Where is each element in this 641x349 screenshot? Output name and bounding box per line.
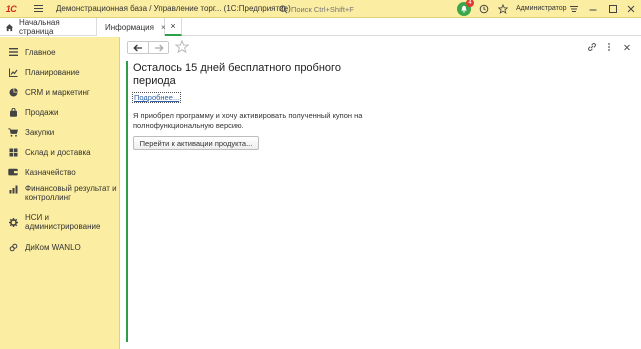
history-icon[interactable]	[477, 2, 491, 16]
trial-heading: Осталось 15 дней бесплатного пробного пе…	[133, 62, 341, 87]
close-form-icon[interactable]	[623, 42, 631, 54]
sidebar-item-sales[interactable]: Продажи	[0, 107, 120, 117]
arrow-left-icon	[133, 44, 142, 51]
navigation-buttons	[127, 41, 169, 54]
sidebar-item-label: Закупки	[25, 127, 55, 137]
close-window-icon[interactable]	[624, 2, 638, 16]
tab-current-close-icon[interactable]: ×	[170, 21, 175, 31]
activate-product-button[interactable]: Перейти к активации продукта...	[133, 136, 259, 150]
coupon-paragraph: Я приобрел программу и хочу активировать…	[133, 111, 363, 130]
maximize-icon[interactable]	[606, 2, 620, 16]
notification-count-badge: 4	[466, 0, 474, 7]
tab-home[interactable]: Начальная страница	[0, 18, 97, 36]
search-box[interactable]	[279, 2, 449, 16]
sidebar-item-purchases[interactable]: Закупки	[0, 127, 120, 137]
link-icon	[8, 242, 18, 252]
more-details-link[interactable]: Подробнее...	[132, 92, 182, 103]
sidebar: Главное Планирование CRM и маркетинг Про…	[0, 37, 120, 349]
shopping-bag-icon	[8, 107, 18, 117]
favorites-star-icon[interactable]	[496, 2, 510, 16]
more-actions-icon[interactable]	[606, 42, 612, 54]
form-accent-bar	[126, 61, 128, 342]
minimize-icon[interactable]	[586, 2, 600, 16]
sidebar-item-label: ДиКом WANLO	[25, 242, 81, 252]
sidebar-item-financial-result[interactable]: Финансовый результат и контроллинг	[0, 184, 120, 202]
window-title: Демонстрационная база / Управление торг.…	[56, 4, 291, 13]
copy-link-icon[interactable]	[587, 42, 597, 54]
sidebar-item-label: НСИ и администрирование	[25, 213, 101, 231]
sidebar-item-planning[interactable]: Планирование	[0, 67, 120, 77]
sidebar-item-label: CRM и маркетинг	[25, 87, 90, 97]
content-area: Осталось 15 дней бесплатного пробного пе…	[121, 37, 641, 349]
sidebar-item-warehouse[interactable]: Склад и доставка	[0, 147, 120, 157]
sidebar-item-treasury[interactable]: Казначейство	[0, 167, 120, 177]
forward-button[interactable]	[148, 42, 168, 53]
add-to-favorites-icon[interactable]	[174, 39, 190, 55]
home-icon	[5, 23, 14, 31]
app-logo[interactable]: 1С	[0, 0, 22, 18]
tab-information[interactable]: Информация ×	[97, 18, 166, 36]
sidebar-item-admin[interactable]: НСИ и администрирование	[0, 213, 120, 231]
chart-icon	[8, 67, 18, 77]
gear-icon	[8, 217, 18, 227]
sidebar-item-dikom[interactable]: ДиКом WANLO	[0, 242, 120, 252]
title-bar: 1С Демонстрационная база / Управление то…	[0, 0, 641, 18]
sidebar-item-label: Планирование	[25, 67, 80, 77]
tab-home-label: Начальная страница	[18, 18, 60, 36]
finance-icon	[8, 184, 18, 194]
tab-information-label: Информация	[105, 22, 154, 32]
pie-icon	[8, 87, 18, 97]
sidebar-item-label: Склад и доставка	[25, 147, 91, 157]
main-menu-icon[interactable]	[28, 0, 48, 18]
notifications-button[interactable]: 4	[457, 0, 474, 16]
warehouse-icon	[8, 147, 18, 157]
sidebar-item-label: Главное	[25, 47, 56, 57]
arrow-right-icon	[154, 44, 164, 51]
cart-icon	[8, 127, 18, 137]
tabs-bar: Начальная страница Информация × ×	[0, 18, 641, 36]
back-button[interactable]	[128, 42, 148, 53]
sidebar-item-label: Казначейство	[25, 167, 76, 177]
menu-lines-icon	[8, 47, 18, 57]
user-name[interactable]: Администратор	[516, 5, 567, 12]
sidebar-item-label: Финансовый результат и контроллинг	[25, 184, 117, 202]
tab-current[interactable]: ×	[165, 18, 182, 36]
sidebar-item-main[interactable]: Главное	[0, 47, 120, 57]
wallet-icon	[8, 167, 18, 177]
search-icon	[279, 4, 288, 13]
sidebar-item-label: Продажи	[25, 107, 59, 117]
sidebar-item-crm[interactable]: CRM и маркетинг	[0, 87, 120, 97]
settings-lines-icon[interactable]	[567, 2, 581, 16]
search-input[interactable]	[291, 4, 441, 14]
